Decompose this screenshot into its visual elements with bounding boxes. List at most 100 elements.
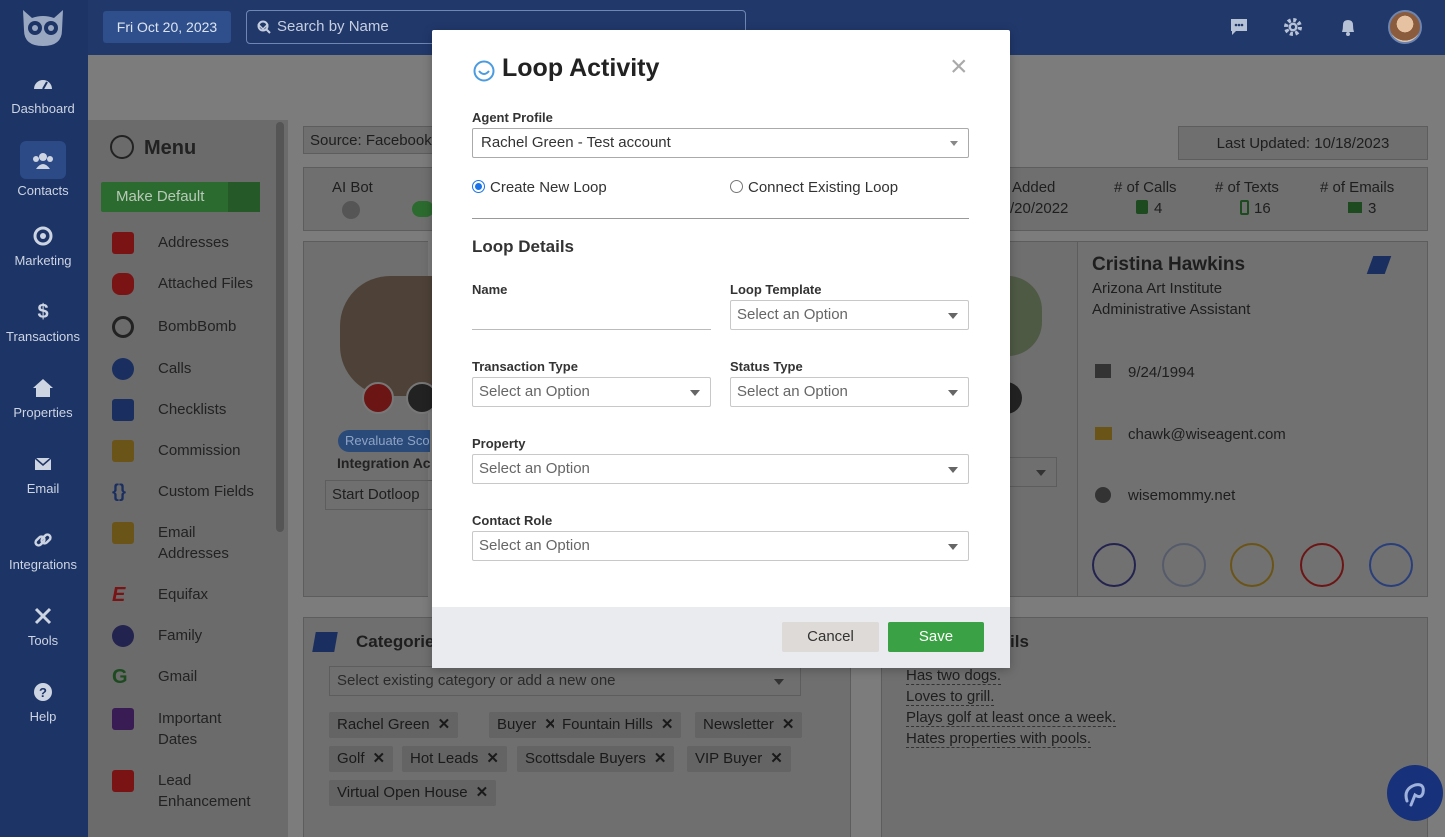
menu-title[interactable]: Menu: [110, 135, 196, 160]
make-default-button[interactable]: Make Default: [101, 182, 260, 212]
nav-email[interactable]: Email: [0, 453, 86, 496]
select-placeholder: Select an Option: [737, 383, 848, 400]
select-placeholder: Select an Option: [479, 383, 590, 400]
connect-existing-loop-option[interactable]: Connect Existing Loop: [730, 179, 898, 196]
user-avatar[interactable]: [1388, 10, 1422, 44]
caret-icon: [774, 679, 784, 685]
menu-item-label: Equifax: [158, 586, 209, 603]
radio-create-new[interactable]: [472, 180, 485, 193]
user-tie-icon: [112, 770, 134, 792]
date-display[interactable]: Fri Oct 20, 2023: [103, 11, 231, 43]
source-field[interactable]: Source: Facebook: [303, 126, 433, 154]
contact-website[interactable]: wisemommy.net: [1128, 487, 1235, 504]
remove-chip-icon[interactable]: ✕: [486, 750, 499, 767]
link-icon: [34, 533, 52, 547]
bell-icon[interactable]: [1337, 16, 1359, 38]
family-icon: [112, 625, 134, 647]
house-icon: [112, 232, 134, 254]
back-icon: [110, 135, 134, 159]
cancel-button[interactable]: Cancel: [782, 622, 879, 652]
tags-icon: [312, 632, 338, 652]
category-chip[interactable]: Hot Leads ✕: [402, 746, 507, 772]
caret-down-icon: [950, 141, 958, 146]
menu-title-text: Menu: [144, 137, 197, 159]
calendar-action-button[interactable]: [1230, 543, 1274, 587]
stat-label: # of Texts: [1215, 179, 1279, 196]
tasks-action-button[interactable]: [1300, 543, 1344, 587]
spouse-select[interactable]: [1010, 457, 1057, 487]
nav-transactions[interactable]: $ Transactions: [0, 301, 86, 344]
revaluate-score-button[interactable]: Revaluate Scor: [338, 430, 430, 452]
nav-contacts[interactable]: Contacts: [0, 141, 86, 198]
nav-help[interactable]: ? Help: [0, 681, 86, 724]
name-input[interactable]: [472, 308, 711, 330]
property-label: Property: [472, 436, 526, 451]
nav-label: Email: [26, 481, 60, 496]
note-item[interactable]: Hates properties with pools.: [906, 730, 1092, 748]
save-button[interactable]: Save: [888, 622, 984, 652]
close-icon[interactable]: ×: [950, 52, 968, 82]
svg-text:?: ?: [39, 685, 47, 700]
contact-birthday: 9/24/1994: [1128, 364, 1195, 381]
category-chip[interactable]: Newsletter ✕: [695, 712, 803, 738]
nav-tools[interactable]: Tools: [0, 605, 86, 648]
menu-item-label: BombBomb: [158, 318, 237, 335]
nav-label: Tools: [27, 633, 59, 648]
note-item[interactable]: Loves to grill.: [906, 688, 995, 706]
menu-scrollbar[interactable]: [276, 122, 284, 532]
category-chip[interactable]: Golf ✕: [329, 746, 394, 772]
transaction-type-select[interactable]: Select an Option: [472, 377, 711, 407]
remove-chip-icon[interactable]: ✕: [782, 716, 795, 733]
category-chip[interactable]: Scottsdale Buyers ✕: [517, 746, 675, 772]
email-action-button[interactable]: [1092, 543, 1136, 587]
radio-connect-existing[interactable]: [730, 180, 743, 193]
note-item[interactable]: Plays golf at least once a week.: [906, 709, 1117, 727]
nav-integrations[interactable]: Integrations: [0, 529, 86, 572]
envelope-icon: [1348, 202, 1362, 213]
category-chip[interactable]: Virtual Open House ✕: [329, 780, 497, 806]
caret-icon: [1036, 470, 1046, 476]
contact-role-select[interactable]: Select an Option: [472, 531, 969, 561]
category-chip[interactable]: Fountain Hills ✕: [554, 712, 682, 738]
property-select[interactable]: Select an Option: [472, 454, 969, 484]
help-icon: ?: [34, 683, 52, 701]
call-action-button[interactable]: [1369, 543, 1413, 587]
menu-item-label: Gmail: [158, 668, 198, 685]
remove-chip-icon[interactable]: ✕: [373, 750, 386, 767]
note-item[interactable]: Has two dogs.: [906, 667, 1002, 685]
gear-icon[interactable]: [1282, 16, 1304, 38]
remove-chip-icon[interactable]: ✕: [661, 716, 674, 733]
category-chip[interactable]: VIP Buyer ✕: [687, 746, 791, 772]
nav-marketing[interactable]: Marketing: [0, 225, 86, 268]
chat-icon[interactable]: [1228, 16, 1250, 38]
caret-down-icon: [948, 467, 958, 473]
agent-profile-select[interactable]: Rachel Green - Test account: [472, 128, 969, 158]
envelope-open-icon: [112, 522, 134, 544]
remove-chip-icon[interactable]: ✕: [654, 750, 667, 767]
delete-photo-icon[interactable]: [362, 382, 394, 414]
reset-icon[interactable]: [228, 182, 260, 212]
contact-company: Arizona Art Institute: [1092, 280, 1223, 297]
category-select[interactable]: Select existing category or add a new on…: [329, 666, 801, 696]
edit-pencil-icon[interactable]: [1366, 256, 1392, 274]
contact-email[interactable]: chawk@wiseagent.com: [1128, 426, 1286, 443]
remove-chip-icon[interactable]: ✕: [476, 784, 489, 801]
categories-title: Categorie: [356, 632, 435, 651]
nav-dashboard[interactable]: Dashboard: [0, 73, 86, 116]
remove-chip-icon[interactable]: ✕: [770, 750, 783, 767]
menu-item-label: Attached Files: [158, 275, 254, 292]
status-toggle[interactable]: [412, 201, 434, 217]
integration-select[interactable]: Start Dotloop: [325, 480, 435, 510]
status-type-select[interactable]: Select an Option: [730, 377, 969, 407]
category-chip[interactable]: Rachel Green ✕: [329, 712, 459, 738]
loop-template-select[interactable]: Select an Option: [730, 300, 969, 330]
dollar-icon: $: [37, 301, 49, 323]
create-new-loop-option[interactable]: Create New Loop: [472, 179, 607, 196]
text-action-button[interactable]: [1162, 543, 1206, 587]
support-chat-button[interactable]: [1387, 765, 1443, 821]
category-placeholder: Select existing category or add a new on…: [337, 672, 616, 689]
remove-chip-icon[interactable]: ✕: [438, 716, 451, 733]
details-title: ils: [1010, 632, 1029, 651]
owl-logo-icon[interactable]: [18, 8, 68, 48]
nav-properties[interactable]: Properties: [0, 377, 86, 420]
